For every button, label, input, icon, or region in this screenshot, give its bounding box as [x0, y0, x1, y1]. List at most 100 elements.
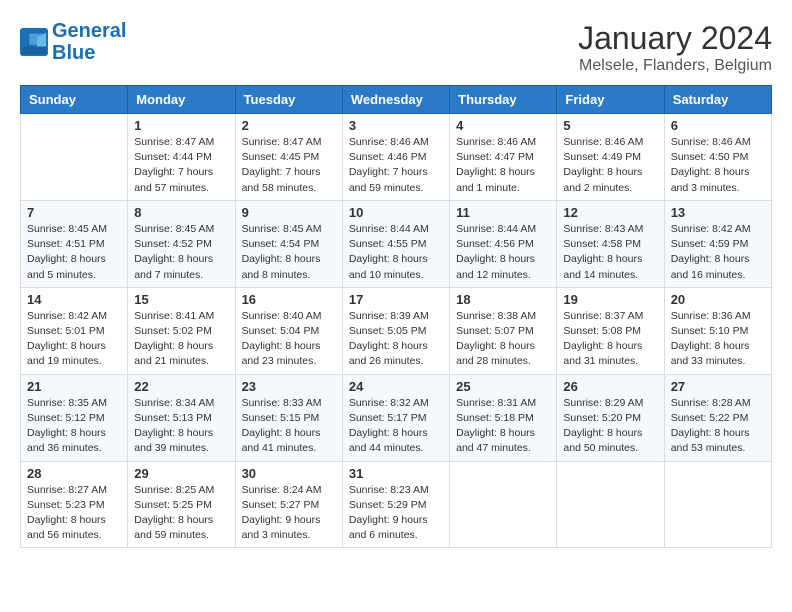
day-info: Sunrise: 8:32 AM Sunset: 5:17 PM Dayligh… — [349, 396, 443, 457]
calendar-cell — [557, 461, 664, 548]
week-row-1: 7 Sunrise: 8:45 AM Sunset: 4:51 PM Daylig… — [21, 200, 772, 287]
day-number: 26 — [563, 379, 657, 394]
day-number: 25 — [456, 379, 550, 394]
calendar-cell: 17 Sunrise: 8:39 AM Sunset: 5:05 PM Dayli… — [342, 287, 449, 374]
header-monday: Monday — [128, 86, 235, 114]
day-number: 16 — [242, 292, 336, 307]
day-number: 7 — [27, 205, 121, 220]
day-number: 9 — [242, 205, 336, 220]
day-number: 15 — [134, 292, 228, 307]
day-info: Sunrise: 8:33 AM Sunset: 5:15 PM Dayligh… — [242, 396, 336, 457]
day-number: 12 — [563, 205, 657, 220]
header-friday: Friday — [557, 86, 664, 114]
day-info: Sunrise: 8:35 AM Sunset: 5:12 PM Dayligh… — [27, 396, 121, 457]
day-number: 17 — [349, 292, 443, 307]
location-title: Melsele, Flanders, Belgium — [578, 57, 772, 75]
week-row-3: 21 Sunrise: 8:35 AM Sunset: 5:12 PM Dayli… — [21, 374, 772, 461]
day-info: Sunrise: 8:42 AM Sunset: 5:01 PM Dayligh… — [27, 309, 121, 370]
calendar-cell: 29 Sunrise: 8:25 AM Sunset: 5:25 PM Dayli… — [128, 461, 235, 548]
calendar-cell: 6 Sunrise: 8:46 AM Sunset: 4:50 PM Daylig… — [664, 114, 771, 201]
day-info: Sunrise: 8:43 AM Sunset: 4:58 PM Dayligh… — [563, 222, 657, 283]
calendar-cell: 8 Sunrise: 8:45 AM Sunset: 4:52 PM Daylig… — [128, 200, 235, 287]
calendar-cell: 28Sunrise: 8:27 AM Sunset: 5:23 PM Dayli… — [21, 461, 128, 548]
week-row-0: 1 Sunrise: 8:47 AM Sunset: 4:44 PM Daylig… — [21, 114, 772, 201]
day-number: 24 — [349, 379, 443, 394]
calendar-cell — [664, 461, 771, 548]
day-info: Sunrise: 8:47 AM Sunset: 4:44 PM Dayligh… — [134, 135, 228, 196]
calendar-cell: 3 Sunrise: 8:46 AM Sunset: 4:46 PM Daylig… — [342, 114, 449, 201]
header-wednesday: Wednesday — [342, 86, 449, 114]
calendar-cell: 30 Sunrise: 8:24 AM Sunset: 5:27 PM Dayli… — [235, 461, 342, 548]
month-title: January 2024 — [578, 20, 772, 57]
day-number: 23 — [242, 379, 336, 394]
day-info: Sunrise: 8:29 AM Sunset: 5:20 PM Dayligh… — [563, 396, 657, 457]
day-info: Sunrise: 8:46 AM Sunset: 4:49 PM Dayligh… — [563, 135, 657, 196]
header-sunday: Sunday — [21, 86, 128, 114]
day-info: Sunrise: 8:44 AM Sunset: 4:55 PM Dayligh… — [349, 222, 443, 283]
calendar-cell: 15 Sunrise: 8:41 AM Sunset: 5:02 PM Dayli… — [128, 287, 235, 374]
day-number: 4 — [456, 118, 550, 133]
day-info: Sunrise: 8:42 AM Sunset: 4:59 PM Dayligh… — [671, 222, 765, 283]
calendar-cell: 27 Sunrise: 8:28 AM Sunset: 5:22 PM Dayli… — [664, 374, 771, 461]
calendar-cell: 2 Sunrise: 8:47 AM Sunset: 4:45 PM Daylig… — [235, 114, 342, 201]
logo: General Blue — [20, 20, 126, 64]
calendar-cell: 24 Sunrise: 8:32 AM Sunset: 5:17 PM Dayli… — [342, 374, 449, 461]
day-info: Sunrise: 8:25 AM Sunset: 5:25 PM Dayligh… — [134, 483, 228, 544]
day-info: Sunrise: 8:28 AM Sunset: 5:22 PM Dayligh… — [671, 396, 765, 457]
calendar-cell — [21, 114, 128, 201]
day-number: 22 — [134, 379, 228, 394]
calendar-cell: 11 Sunrise: 8:44 AM Sunset: 4:56 PM Dayli… — [450, 200, 557, 287]
calendar-cell: 22 Sunrise: 8:34 AM Sunset: 5:13 PM Dayli… — [128, 374, 235, 461]
day-number: 31 — [349, 466, 443, 481]
day-number: 11 — [456, 205, 550, 220]
calendar-cell: 9 Sunrise: 8:45 AM Sunset: 4:54 PM Daylig… — [235, 200, 342, 287]
logo-icon — [20, 28, 48, 56]
day-number: 27 — [671, 379, 765, 394]
day-number: 20 — [671, 292, 765, 307]
calendar-cell: 19Sunrise: 8:37 AM Sunset: 5:08 PM Dayli… — [557, 287, 664, 374]
calendar-cell: 4Sunrise: 8:46 AM Sunset: 4:47 PM Daylig… — [450, 114, 557, 201]
day-info: Sunrise: 8:46 AM Sunset: 4:46 PM Dayligh… — [349, 135, 443, 196]
day-info: Sunrise: 8:38 AM Sunset: 5:07 PM Dayligh… — [456, 309, 550, 370]
day-number: 29 — [134, 466, 228, 481]
day-info: Sunrise: 8:45 AM Sunset: 4:51 PM Dayligh… — [27, 222, 121, 283]
calendar-cell: 10 Sunrise: 8:44 AM Sunset: 4:55 PM Dayli… — [342, 200, 449, 287]
calendar-cell: 21 Sunrise: 8:35 AM Sunset: 5:12 PM Dayli… — [21, 374, 128, 461]
day-info: Sunrise: 8:45 AM Sunset: 4:54 PM Dayligh… — [242, 222, 336, 283]
logo-text: General Blue — [52, 20, 126, 64]
week-row-4: 28Sunrise: 8:27 AM Sunset: 5:23 PM Dayli… — [21, 461, 772, 548]
day-number: 3 — [349, 118, 443, 133]
day-info: Sunrise: 8:41 AM Sunset: 5:02 PM Dayligh… — [134, 309, 228, 370]
week-row-2: 14 Sunrise: 8:42 AM Sunset: 5:01 PM Dayli… — [21, 287, 772, 374]
calendar-cell — [450, 461, 557, 548]
day-info: Sunrise: 8:40 AM Sunset: 5:04 PM Dayligh… — [242, 309, 336, 370]
page-header: General Blue January 2024 Melsele, Fland… — [20, 20, 772, 75]
calendar-cell: 5 Sunrise: 8:46 AM Sunset: 4:49 PM Daylig… — [557, 114, 664, 201]
day-info: Sunrise: 8:23 AM Sunset: 5:29 PM Dayligh… — [349, 483, 443, 544]
calendar-cell: 18Sunrise: 8:38 AM Sunset: 5:07 PM Dayli… — [450, 287, 557, 374]
day-info: Sunrise: 8:37 AM Sunset: 5:08 PM Dayligh… — [563, 309, 657, 370]
day-number: 8 — [134, 205, 228, 220]
day-info: Sunrise: 8:45 AM Sunset: 4:52 PM Dayligh… — [134, 222, 228, 283]
day-number: 21 — [27, 379, 121, 394]
day-number: 2 — [242, 118, 336, 133]
day-info: Sunrise: 8:24 AM Sunset: 5:27 PM Dayligh… — [242, 483, 336, 544]
day-number: 30 — [242, 466, 336, 481]
day-info: Sunrise: 8:44 AM Sunset: 4:56 PM Dayligh… — [456, 222, 550, 283]
day-info: Sunrise: 8:39 AM Sunset: 5:05 PM Dayligh… — [349, 309, 443, 370]
header-saturday: Saturday — [664, 86, 771, 114]
calendar-cell: 13Sunrise: 8:42 AM Sunset: 4:59 PM Dayli… — [664, 200, 771, 287]
day-number: 14 — [27, 292, 121, 307]
calendar-cell: 1 Sunrise: 8:47 AM Sunset: 4:44 PM Daylig… — [128, 114, 235, 201]
day-number: 1 — [134, 118, 228, 133]
day-info: Sunrise: 8:34 AM Sunset: 5:13 PM Dayligh… — [134, 396, 228, 457]
day-number: 5 — [563, 118, 657, 133]
day-number: 6 — [671, 118, 765, 133]
day-info: Sunrise: 8:31 AM Sunset: 5:18 PM Dayligh… — [456, 396, 550, 457]
day-info: Sunrise: 8:47 AM Sunset: 4:45 PM Dayligh… — [242, 135, 336, 196]
title-area: January 2024 Melsele, Flanders, Belgium — [578, 20, 772, 75]
day-number: 28 — [27, 466, 121, 481]
day-info: Sunrise: 8:46 AM Sunset: 4:50 PM Dayligh… — [671, 135, 765, 196]
day-number: 10 — [349, 205, 443, 220]
calendar-cell: 14 Sunrise: 8:42 AM Sunset: 5:01 PM Dayli… — [21, 287, 128, 374]
